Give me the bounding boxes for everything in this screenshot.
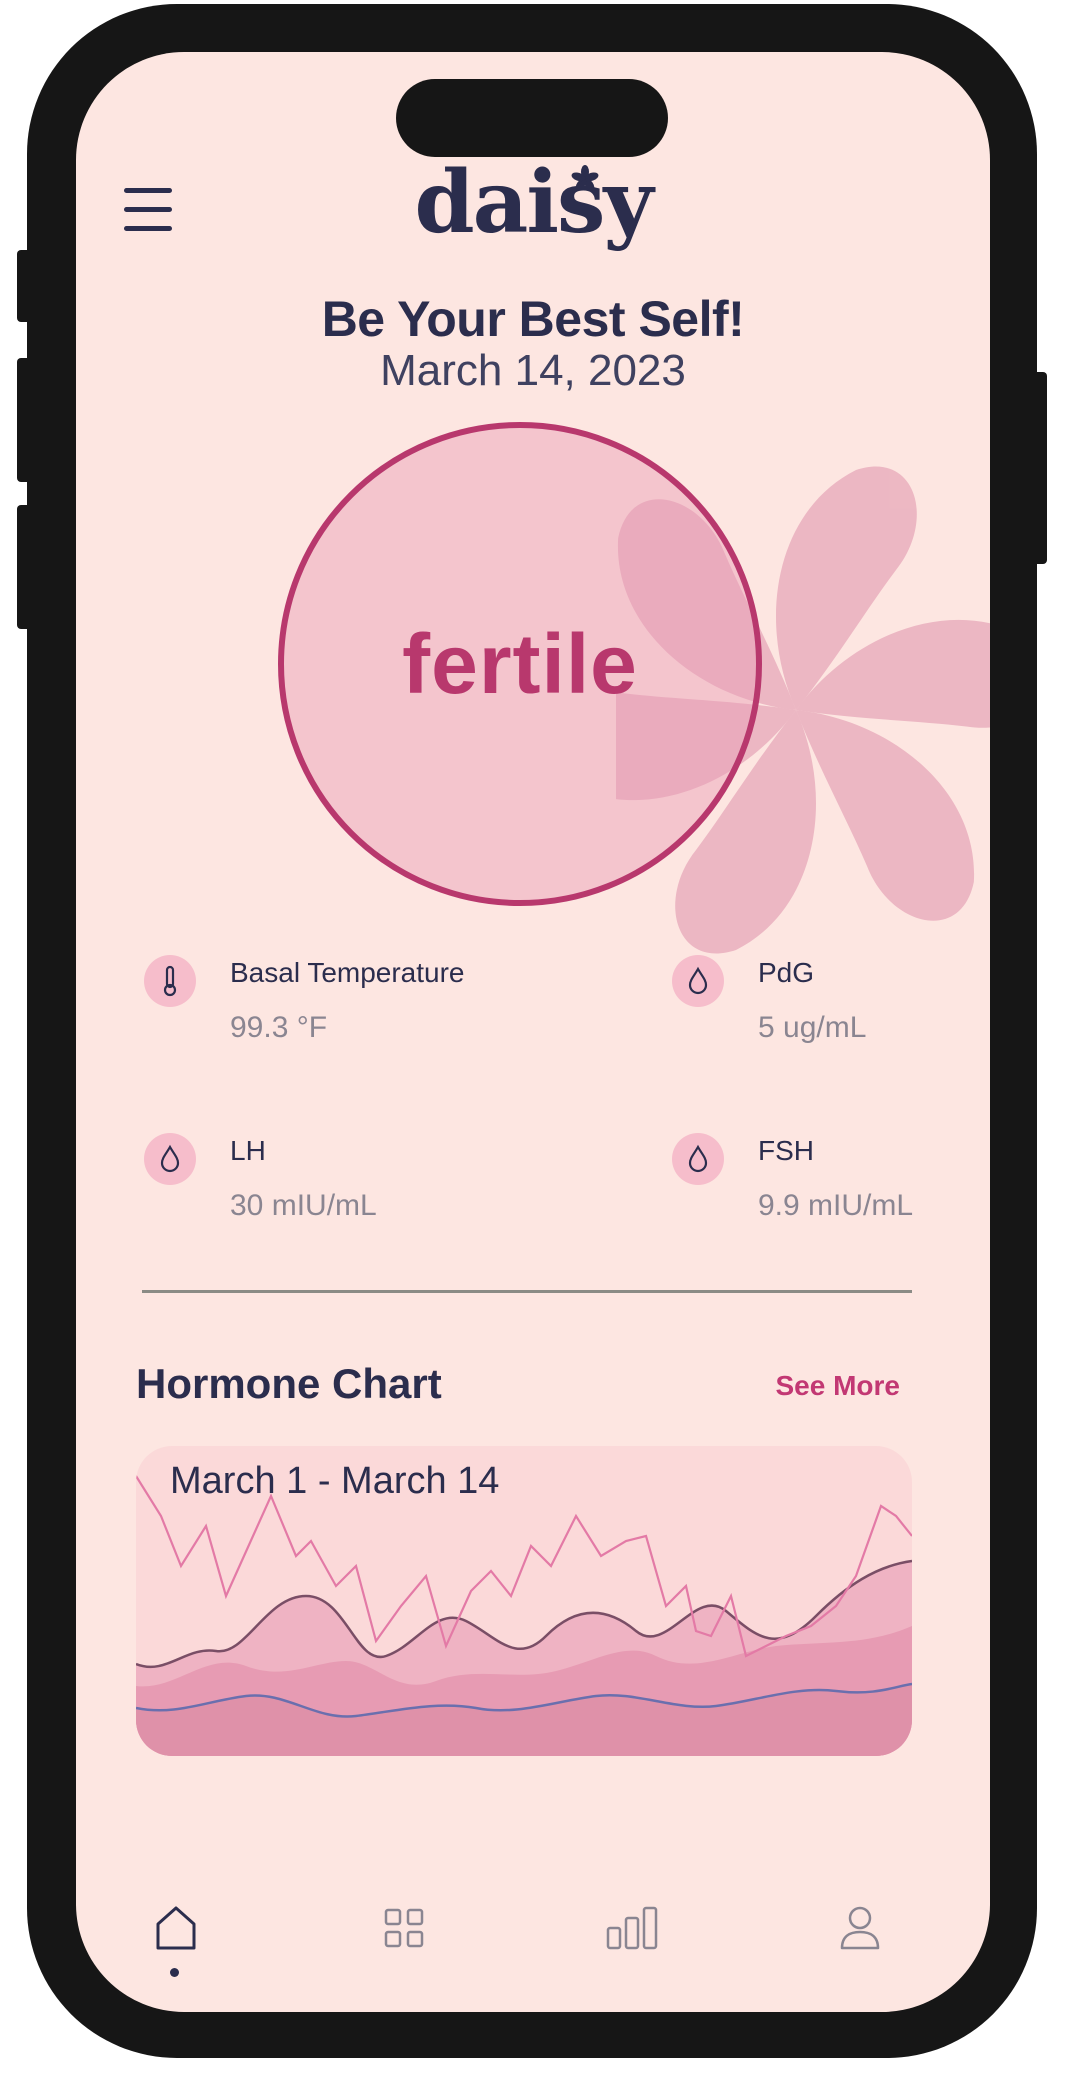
tab-dashboard[interactable]	[374, 1898, 434, 1958]
metric-label: PdG	[758, 957, 815, 988]
app-logo: daisy	[414, 152, 654, 253]
droplet-icon	[672, 955, 724, 1007]
stats-icon	[606, 1906, 658, 1950]
metric-value: 5 ug/mL	[758, 1011, 867, 1044]
metric-value: 99.3 °F	[230, 1011, 328, 1044]
metric-label: Basal Temperature	[230, 957, 465, 988]
section-divider	[142, 1290, 912, 1293]
tab-profile[interactable]	[830, 1898, 890, 1958]
side-button-power	[1033, 372, 1047, 564]
side-button-action	[17, 250, 31, 322]
logo-flower-icon	[571, 165, 599, 191]
fertility-status-label: fertile	[402, 616, 638, 711]
app-screen: daisy Be Your Best Self! March 14, 2023 …	[76, 52, 990, 2012]
metric-basal-temperature[interactable]: Basal Temperature 99.3 °F	[144, 955, 484, 1055]
chart-date-range: March 1 - March 14	[170, 1460, 500, 1502]
side-button-volume-up	[17, 358, 31, 482]
side-button-volume-down	[17, 505, 31, 629]
hormone-chart-title: Hormone Chart	[136, 1360, 442, 1407]
active-tab-indicator	[170, 1968, 179, 1977]
hormone-chart-card[interactable]: March 1 - March 14	[136, 1446, 912, 1756]
tab-home[interactable]	[146, 1898, 206, 1958]
metric-lh[interactable]: LH 30 mIU/mL	[144, 1133, 484, 1233]
grid-icon	[384, 1908, 424, 1948]
see-more-link[interactable]: See More	[776, 1370, 901, 1402]
metric-value: 30 mIU/mL	[230, 1189, 377, 1222]
current-date: March 14, 2023	[380, 346, 686, 395]
droplet-icon	[144, 1133, 196, 1185]
page-headline: Be Your Best Self!	[321, 291, 745, 347]
metric-fsh[interactable]: FSH 9.9 mIU/mL	[672, 1133, 990, 1233]
droplet-icon	[672, 1133, 724, 1185]
fertility-status-circle[interactable]: fertile	[278, 422, 762, 906]
metric-pdg[interactable]: PdG 5 ug/mL	[672, 955, 990, 1055]
home-icon	[156, 1906, 196, 1950]
tab-stats[interactable]	[602, 1898, 662, 1958]
dynamic-island	[396, 79, 668, 157]
thermometer-icon	[144, 955, 196, 1007]
profile-icon	[840, 1906, 880, 1950]
metric-label: LH	[230, 1135, 266, 1166]
metric-label: FSH	[758, 1135, 814, 1166]
metric-value: 9.9 mIU/mL	[758, 1189, 914, 1222]
